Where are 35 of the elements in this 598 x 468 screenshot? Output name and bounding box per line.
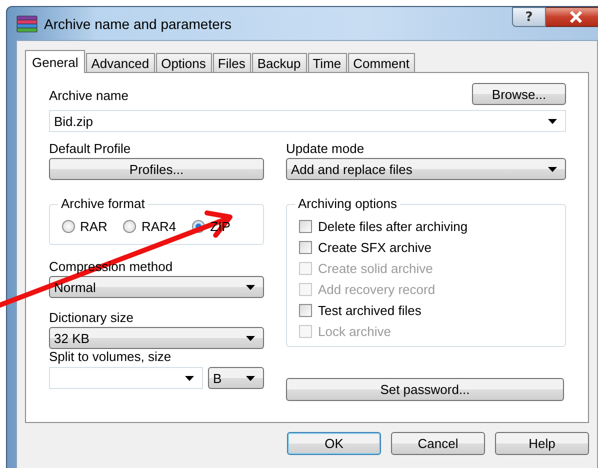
- field-label: Update mode: [286, 141, 366, 157]
- checkbox-label: Create solid archive: [318, 260, 433, 276]
- checkbox-label: Add recovery record: [318, 282, 436, 296]
- compression-dropdown[interactable]: Normal: [49, 276, 264, 298]
- dialog-button[interactable]: OK: [287, 432, 381, 455]
- unit-dropdown[interactable]: B: [208, 367, 264, 389]
- update-mode-dropdown[interactable]: Add and replace files: [286, 158, 566, 180]
- set-password-button[interactable]: Set password...: [286, 378, 564, 401]
- archive-name-field[interactable]: Bid.zip: [49, 110, 566, 132]
- field-label: Default Profile: [49, 141, 132, 157]
- dialog-button[interactable]: Cancel: [391, 432, 485, 455]
- profiles-button[interactable]: Profiles...: [49, 158, 264, 180]
- dictionary-dropdown[interactable]: 32 KB: [49, 327, 264, 349]
- tab[interactable]: Backup: [252, 53, 307, 72]
- browse-button[interactable]: Browse...: [472, 83, 566, 105]
- field-label: Split to volumes, size: [49, 349, 172, 365]
- tab[interactable]: Options: [156, 53, 212, 72]
- checkbox-label: Delete files after archiving: [318, 218, 468, 234]
- checkbox-label: Create SFX archive: [318, 240, 432, 254]
- option-label: RAR4: [141, 219, 176, 234]
- checkbox-label: Lock archive: [318, 324, 391, 338]
- tab[interactable]: General: [25, 50, 86, 73]
- tab[interactable]: Comment: [348, 53, 416, 72]
- option-label: ZIP: [210, 219, 230, 234]
- tab[interactable]: Files: [212, 53, 252, 72]
- help-button[interactable]: ?: [512, 7, 546, 27]
- field-label: Dictionary size: [49, 310, 135, 326]
- dialog-button[interactable]: Help: [495, 432, 589, 455]
- group-title: Archiving options: [295, 196, 400, 212]
- tab[interactable]: Advanced: [86, 53, 156, 72]
- window-title: Archive name and parameters: [44, 16, 232, 32]
- option-label: RAR: [80, 219, 108, 234]
- checkbox-label: Test archived files: [318, 302, 422, 318]
- tab[interactable]: Time: [308, 53, 348, 72]
- field-label: Archive name: [49, 88, 128, 104]
